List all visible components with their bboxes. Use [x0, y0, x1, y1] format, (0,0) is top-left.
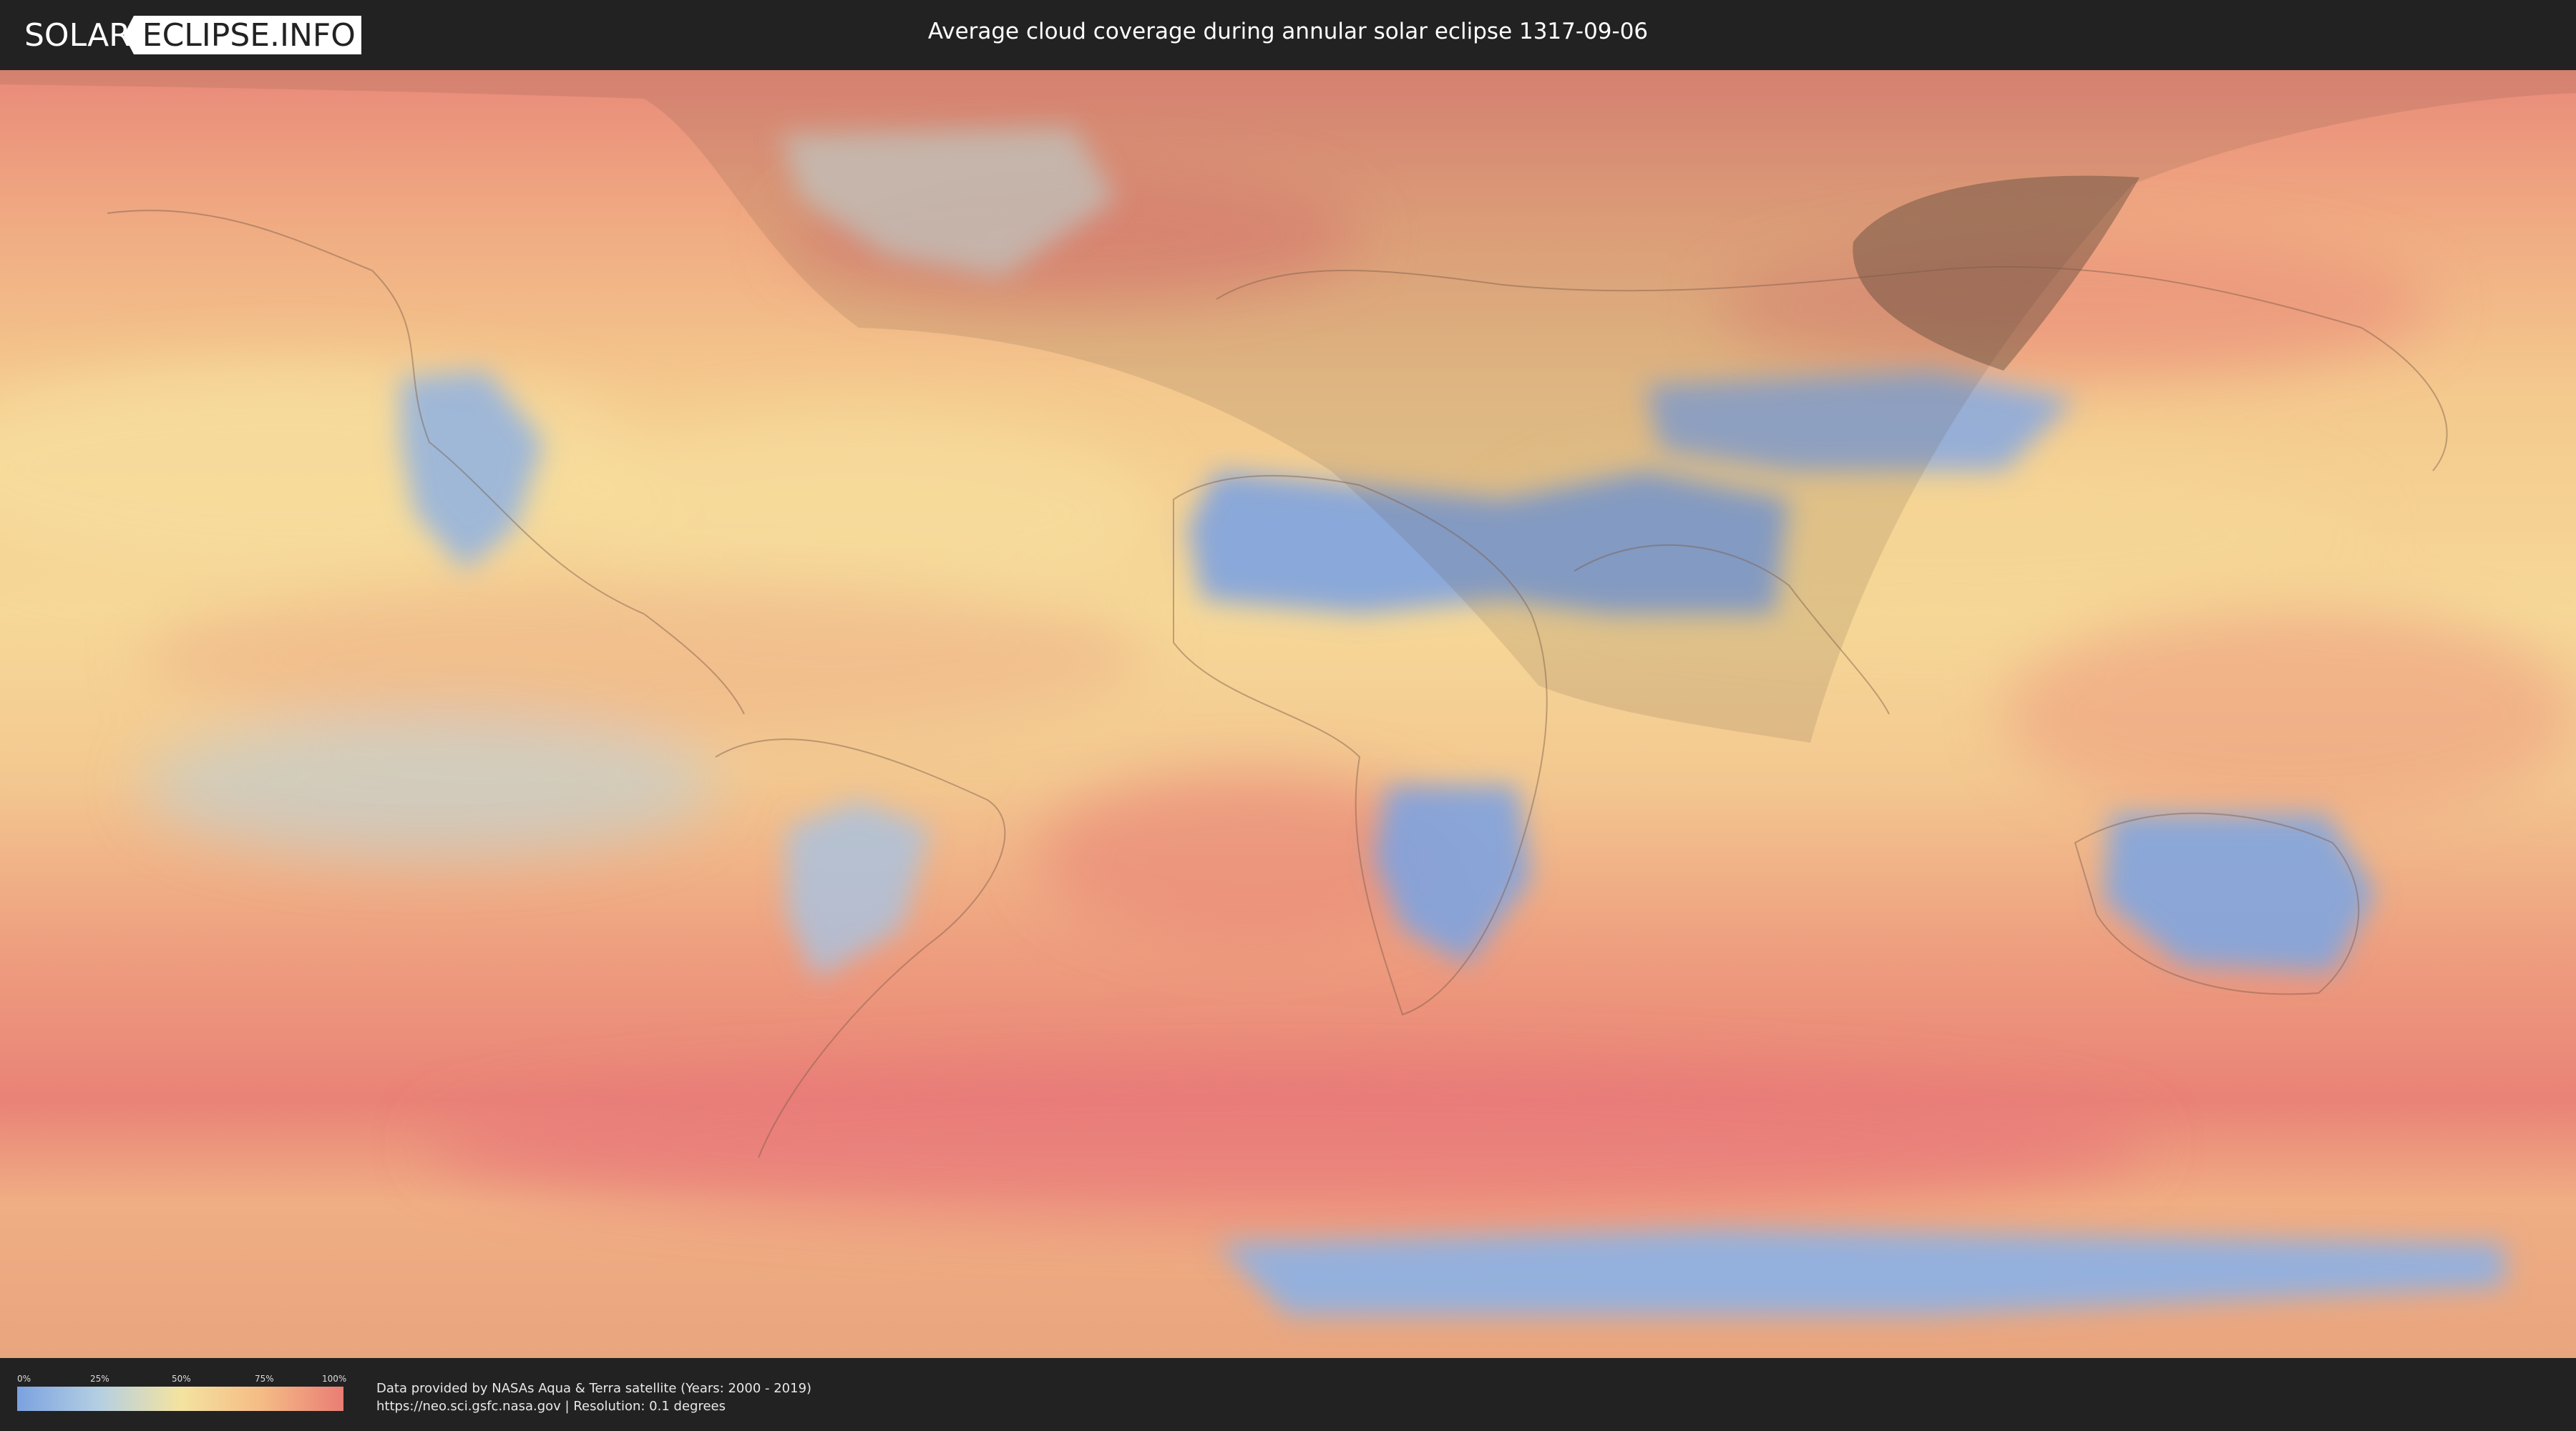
legend-tick-100: 100%	[322, 1374, 347, 1384]
legend-ticks: 0% 25% 50% 75% 100%	[17, 1374, 347, 1387]
header-bar: SOLAR ECLIPSE.INFO Average cloud coverag…	[0, 0, 2576, 70]
data-credits: Data provided by NASAs Aqua & Terra sate…	[376, 1379, 811, 1415]
cloud-coverage-legend: 0% 25% 50% 75% 100%	[17, 1374, 347, 1411]
legend-tick-50: 50%	[172, 1374, 191, 1384]
credit-line-url: https://neo.sci.gsfc.nasa.gov | Resoluti…	[376, 1399, 726, 1414]
legend-tick-0: 0%	[17, 1374, 31, 1384]
legend-color-bar	[17, 1387, 343, 1411]
page-title: Average cloud coverage during annular so…	[927, 19, 1649, 44]
credit-line-source: Data provided by NASAs Aqua & Terra sate…	[376, 1381, 812, 1396]
footer-bar: 0% 25% 50% 75% 100% Data provided by NAS…	[0, 1358, 2576, 1431]
cloud-coverage-map[interactable]	[0, 70, 2576, 1358]
legend-tick-25: 25%	[90, 1374, 109, 1384]
map-canvas	[0, 70, 2576, 1358]
legend-tick-75: 75%	[255, 1374, 274, 1384]
